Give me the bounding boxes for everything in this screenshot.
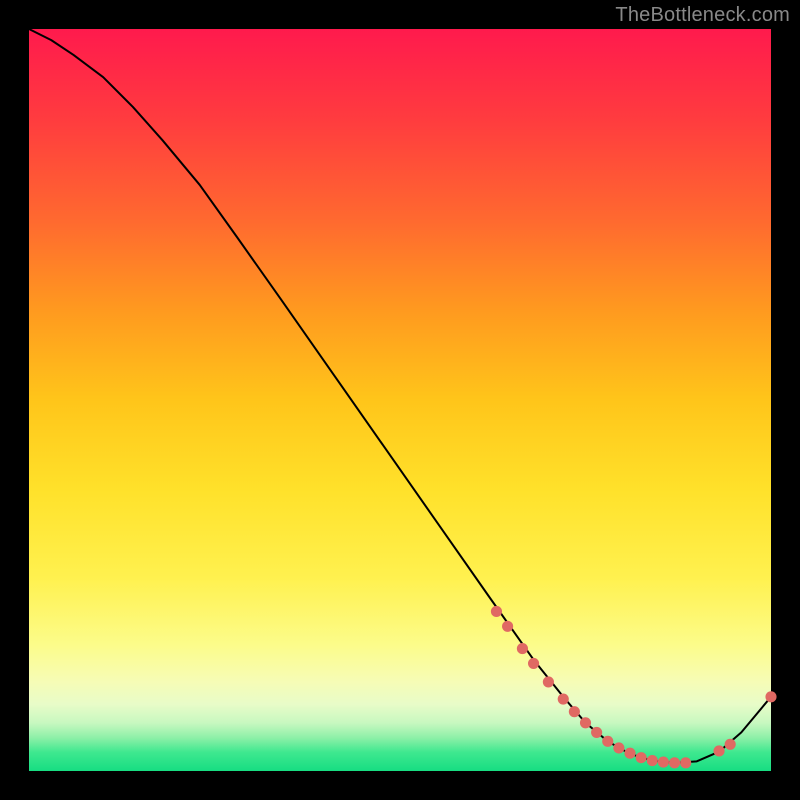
marker-point	[528, 658, 539, 669]
marker-point	[591, 727, 602, 738]
marker-point	[517, 643, 528, 654]
marker-point	[725, 739, 736, 750]
marker-point	[669, 757, 680, 768]
marker-point	[624, 748, 635, 759]
marker-point	[613, 742, 624, 753]
marker-point	[569, 706, 580, 717]
marker-point	[713, 745, 724, 756]
marker-point	[680, 757, 691, 768]
marker-point	[647, 755, 658, 766]
plot-area	[29, 29, 771, 771]
marker-point	[580, 717, 591, 728]
bottleneck-curve-path	[29, 29, 771, 763]
marker-point	[602, 736, 613, 747]
marker-point	[543, 676, 554, 687]
marker-point	[636, 752, 647, 763]
marker-point	[658, 757, 669, 768]
chart-frame: TheBottleneck.com	[0, 0, 800, 800]
curve-layer	[29, 29, 771, 771]
watermark-label: TheBottleneck.com	[615, 4, 790, 27]
marker-points-group	[491, 606, 777, 768]
marker-point	[502, 621, 513, 632]
marker-point	[765, 691, 776, 702]
marker-point	[558, 693, 569, 704]
marker-point	[491, 606, 502, 617]
